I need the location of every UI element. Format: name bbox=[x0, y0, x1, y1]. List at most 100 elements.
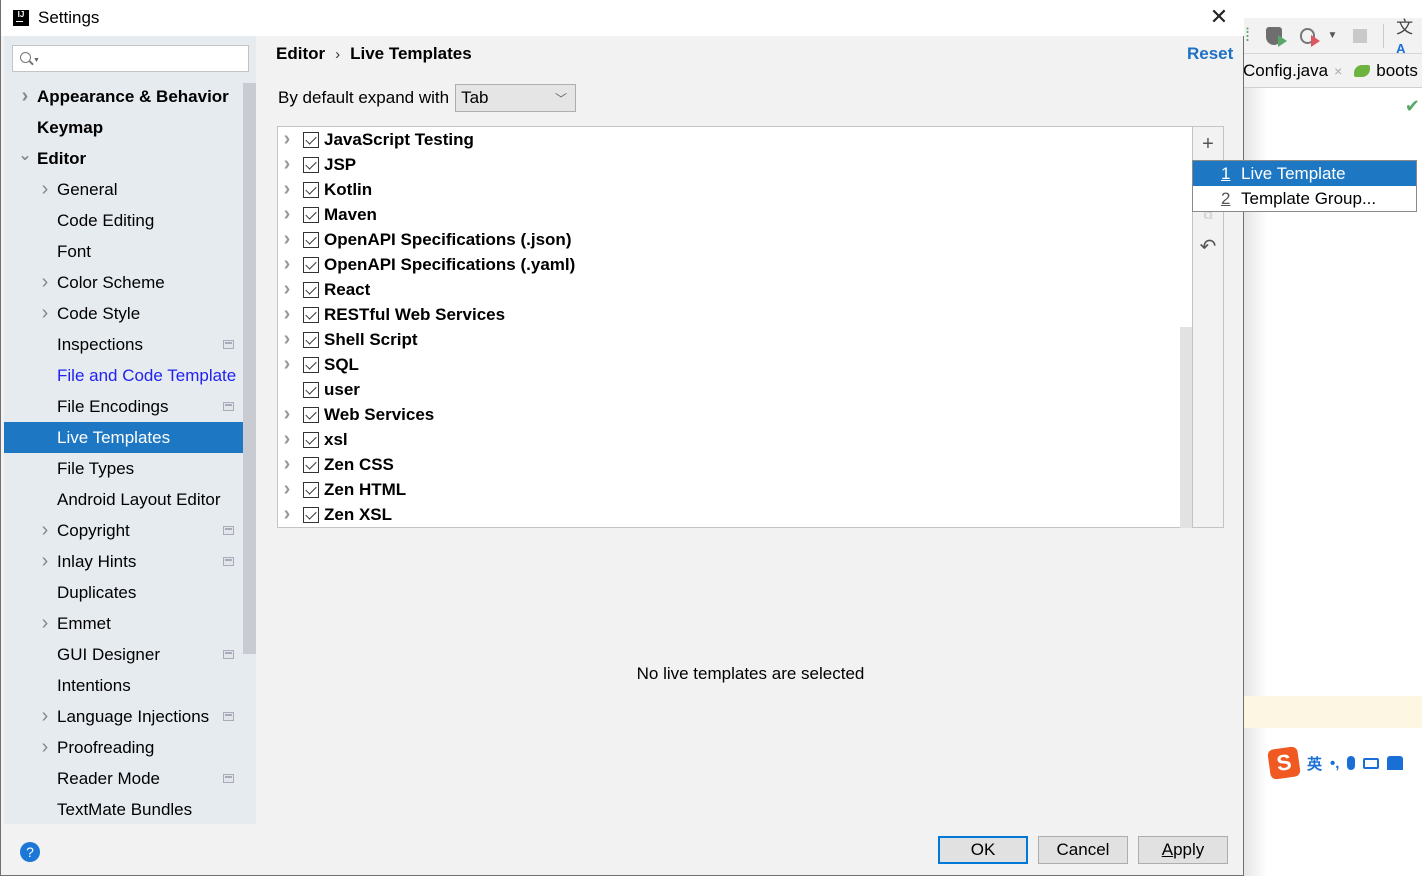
template-group-checkbox[interactable] bbox=[303, 231, 319, 248]
template-group-checkbox[interactable] bbox=[303, 156, 319, 173]
template-group-row[interactable]: user bbox=[278, 377, 1178, 402]
sidebar-scrollbar[interactable] bbox=[243, 83, 256, 654]
close-icon[interactable]: × bbox=[1334, 63, 1342, 79]
template-group-checkbox[interactable] bbox=[303, 481, 319, 498]
chevron-right-icon[interactable]: › bbox=[281, 328, 293, 351]
sidebar-item-code-style[interactable]: › Code Style bbox=[4, 298, 256, 329]
chevron-right-icon[interactable]: › bbox=[281, 478, 293, 501]
dropdown-icon[interactable]: ▼ bbox=[1327, 30, 1337, 41]
profile-icon[interactable] bbox=[1299, 27, 1321, 47]
sidebar-item-file-encodings[interactable]: File Encodings bbox=[4, 391, 256, 422]
chevron-right-icon[interactable]: › bbox=[38, 550, 52, 573]
build-icon[interactable]: ⁞ bbox=[1245, 25, 1250, 46]
chevron-right-icon[interactable]: › bbox=[38, 271, 52, 294]
menu-item-template-group[interactable]: 2 Template Group... bbox=[1193, 186, 1416, 211]
template-group-checkbox[interactable] bbox=[303, 381, 319, 398]
chevron-right-icon[interactable]: › bbox=[281, 228, 293, 251]
template-group-row[interactable]: › Zen XSL bbox=[278, 502, 1178, 527]
chevron-right-icon[interactable]: › bbox=[281, 253, 293, 276]
sidebar-item-proofreading[interactable]: › Proofreading bbox=[4, 732, 256, 763]
expand-with-select[interactable]: Tab ﹀ bbox=[455, 84, 577, 112]
ok-button[interactable]: OK bbox=[938, 836, 1028, 864]
chevron-right-icon[interactable]: › bbox=[281, 203, 293, 226]
sidebar-item-editor[interactable]: ⌄ Editor bbox=[4, 143, 256, 174]
chevron-right-icon[interactable]: › bbox=[281, 353, 293, 376]
chevron-right-icon[interactable]: › bbox=[38, 736, 52, 759]
template-group-row[interactable]: › React bbox=[278, 277, 1178, 302]
template-group-checkbox[interactable] bbox=[303, 406, 319, 423]
microphone-icon[interactable] bbox=[1347, 756, 1356, 770]
template-group-row[interactable]: › RESTful Web Services bbox=[278, 302, 1178, 327]
template-group-row[interactable]: › Zen CSS bbox=[278, 452, 1178, 477]
chevron-right-icon[interactable]: › bbox=[38, 612, 52, 635]
template-group-checkbox[interactable] bbox=[303, 206, 319, 223]
sidebar-item-file-and-code-template[interactable]: File and Code Template bbox=[4, 360, 256, 391]
template-group-checkbox[interactable] bbox=[303, 131, 319, 148]
sidebar-item-inspections[interactable]: Inspections bbox=[4, 329, 256, 360]
template-group-row[interactable]: › Maven bbox=[278, 202, 1178, 227]
template-group-row[interactable]: › JSP bbox=[278, 152, 1178, 177]
add-icon[interactable]: + bbox=[1193, 130, 1223, 158]
template-group-checkbox[interactable] bbox=[303, 256, 319, 273]
editor-tab[interactable]: boots bbox=[1354, 61, 1422, 81]
sogou-logo-icon[interactable]: S bbox=[1267, 746, 1301, 780]
sidebar-item-color-scheme[interactable]: › Color Scheme bbox=[4, 267, 256, 298]
sidebar-item-file-types[interactable]: File Types bbox=[4, 453, 256, 484]
sidebar-item-inlay-hints[interactable]: › Inlay Hints bbox=[4, 546, 256, 577]
chevron-right-icon[interactable]: › bbox=[38, 705, 52, 728]
skin-icon[interactable] bbox=[1387, 756, 1404, 770]
help-icon[interactable]: ? bbox=[20, 842, 40, 862]
sidebar-item-general[interactable]: › General bbox=[4, 174, 256, 205]
template-group-checkbox[interactable] bbox=[303, 181, 319, 198]
chevron-right-icon[interactable]: › bbox=[281, 453, 293, 476]
template-group-checkbox[interactable] bbox=[303, 431, 319, 448]
sidebar-item-code-editing[interactable]: Code Editing bbox=[4, 205, 256, 236]
template-group-row[interactable]: › OpenAPI Specifications (.json) bbox=[278, 227, 1178, 252]
template-group-row[interactable]: › SQL bbox=[278, 352, 1178, 377]
sidebar-item-appearance-behavior[interactable]: › Appearance & Behavior bbox=[4, 81, 256, 112]
chevron-right-icon[interactable]: › bbox=[18, 85, 32, 108]
run-coverage-icon[interactable] bbox=[1266, 26, 1287, 47]
translate-icon[interactable]: 文A bbox=[1396, 13, 1422, 58]
menu-item-live-template[interactable]: 1 Live Template bbox=[1193, 161, 1416, 186]
sidebar-item-gui-designer[interactable]: GUI Designer bbox=[4, 639, 256, 670]
chevron-right-icon[interactable]: › bbox=[281, 278, 293, 301]
search-box[interactable]: ▼ bbox=[12, 45, 249, 72]
template-group-checkbox[interactable] bbox=[303, 356, 319, 373]
sidebar-item-textmate-bundles[interactable]: TextMate Bundles bbox=[4, 794, 256, 825]
template-group-checkbox[interactable] bbox=[303, 331, 319, 348]
sidebar-item-live-templates[interactable]: Live Templates bbox=[4, 422, 256, 453]
chevron-right-icon[interactable]: › bbox=[281, 178, 293, 201]
stop-icon[interactable] bbox=[1353, 28, 1368, 43]
template-group-checkbox[interactable] bbox=[303, 456, 319, 473]
cancel-button[interactable]: Cancel bbox=[1038, 836, 1128, 864]
chevron-right-icon[interactable]: › bbox=[38, 302, 52, 325]
sidebar-item-android-layout-editor[interactable]: Android Layout Editor bbox=[4, 484, 256, 515]
sidebar-item-emmet[interactable]: › Emmet bbox=[4, 608, 256, 639]
chevron-right-icon[interactable]: › bbox=[281, 128, 293, 151]
ime-language-toggle[interactable]: 英 bbox=[1307, 753, 1322, 774]
sidebar-item-font[interactable]: Font bbox=[4, 236, 256, 267]
template-group-row[interactable]: › JavaScript Testing bbox=[278, 127, 1178, 152]
editor-tab[interactable]: Config.java × bbox=[1243, 61, 1354, 81]
chevron-down-icon[interactable]: ⌄ bbox=[18, 145, 32, 165]
sidebar-item-duplicates[interactable]: Duplicates bbox=[4, 577, 256, 608]
chevron-right-icon[interactable]: › bbox=[281, 153, 293, 176]
chevron-right-icon[interactable]: › bbox=[38, 178, 52, 201]
chevron-right-icon[interactable]: › bbox=[38, 519, 52, 542]
close-icon[interactable]: ✕ bbox=[1208, 4, 1230, 30]
chevron-right-icon[interactable]: › bbox=[281, 428, 293, 451]
sidebar-item-intentions[interactable]: Intentions bbox=[4, 670, 256, 701]
template-group-checkbox[interactable] bbox=[303, 506, 319, 523]
ime-punctuation-icon[interactable]: •, bbox=[1330, 755, 1339, 772]
template-group-row[interactable]: › OpenAPI Specifications (.yaml) bbox=[278, 252, 1178, 277]
template-group-row[interactable]: › xsl bbox=[278, 427, 1178, 452]
template-group-row[interactable]: › Shell Script bbox=[278, 327, 1178, 352]
apply-button[interactable]: Apply bbox=[1138, 836, 1228, 864]
template-group-checkbox[interactable] bbox=[303, 306, 319, 323]
template-group-row[interactable]: › Web Services bbox=[278, 402, 1178, 427]
sidebar-item-keymap[interactable]: Keymap bbox=[4, 112, 256, 143]
chevron-right-icon[interactable]: › bbox=[281, 403, 293, 426]
template-group-row[interactable]: › Kotlin bbox=[278, 177, 1178, 202]
search-input[interactable] bbox=[43, 46, 248, 71]
